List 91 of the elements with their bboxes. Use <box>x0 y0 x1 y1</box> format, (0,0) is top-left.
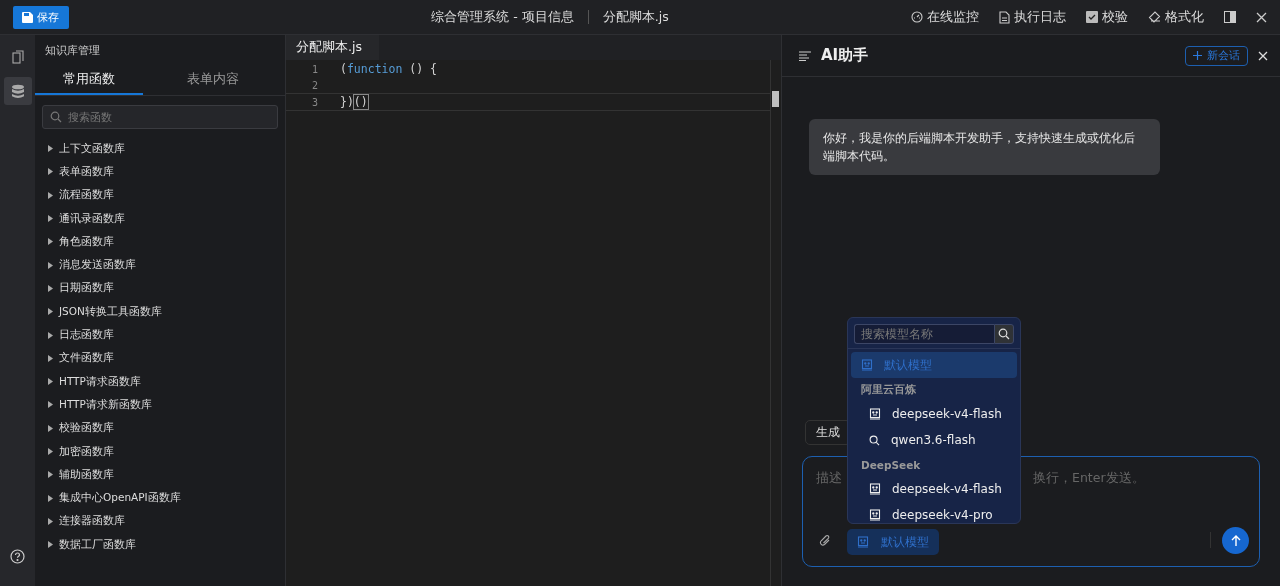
tab[interactable]: 表单内容 <box>143 65 283 95</box>
expand-arrow-icon[interactable] <box>48 541 53 549</box>
robot-icon <box>869 509 881 521</box>
document-icon <box>999 10 1010 24</box>
tab[interactable]: 常用函数 <box>35 65 143 95</box>
robot-icon <box>869 408 881 420</box>
new-chat-button[interactable]: 新会话 <box>1185 45 1248 66</box>
save-button[interactable]: 保存 <box>13 5 69 29</box>
editor-tab[interactable]: 分配脚本.js <box>286 35 379 60</box>
robot-icon <box>869 483 881 495</box>
model-option[interactable]: deepseek-v4-flash <box>851 476 1017 502</box>
search-icon <box>869 434 880 446</box>
file-name: 分配脚本.js <box>602 8 669 26</box>
tree-item[interactable]: HTTP请求新函数库 <box>59 397 152 412</box>
expand-arrow-icon[interactable] <box>48 238 53 246</box>
group-label: DeepSeek <box>860 457 922 473</box>
rail-button[interactable] <box>3 77 32 105</box>
expand-arrow-icon[interactable] <box>48 331 53 339</box>
robot-icon <box>857 536 869 548</box>
tree-item[interactable]: 上下文函数库 <box>59 141 125 156</box>
toolbar-button[interactable]: 格式化 <box>1148 8 1204 26</box>
expand-arrow-icon[interactable] <box>48 308 53 316</box>
send-button[interactable] <box>1222 527 1249 554</box>
chat-message: 你好，我是你的后端脚本开发助手，支持快速生成或优化后端脚本代码。 <box>809 119 1160 175</box>
group-label: 阿里云百炼 <box>860 381 917 397</box>
tree-item[interactable]: 通讯录函数库 <box>59 211 125 226</box>
arrow-up-icon <box>1230 535 1241 546</box>
expand-arrow-icon[interactable] <box>48 261 53 269</box>
tree-item[interactable]: 流程函数库 <box>59 188 114 203</box>
panel-title: 知识库管理 <box>44 43 101 58</box>
tree-item[interactable]: 加密函数库 <box>59 444 114 459</box>
expand-arrow-icon[interactable] <box>48 145 53 153</box>
plus-icon <box>1193 51 1202 60</box>
line-number: 1 <box>310 63 319 75</box>
line-number: 2 <box>310 79 319 91</box>
gauge-icon <box>911 11 923 23</box>
checkbox-icon <box>1086 11 1098 23</box>
input-placeholder: 换行，Enter发送。 <box>1033 470 1145 487</box>
tree-item[interactable]: 数据工厂函数库 <box>59 537 136 552</box>
tree-item[interactable]: 消息发送函数库 <box>59 258 136 273</box>
toolbar-button[interactable]: 在线监控 <box>911 8 979 26</box>
paperclip-icon[interactable] <box>819 534 831 547</box>
tree-item[interactable]: 文件函数库 <box>59 351 114 366</box>
code-line: (function () { <box>340 62 437 76</box>
model-option[interactable]: qwen3.6-flash <box>851 427 1017 453</box>
close-icon[interactable] <box>1256 11 1267 23</box>
search-button[interactable] <box>994 324 1014 344</box>
expand-arrow-icon[interactable] <box>48 168 53 176</box>
tree-item[interactable]: 日期函数库 <box>59 281 114 296</box>
help-icon[interactable] <box>10 549 25 564</box>
menu-icon[interactable] <box>799 50 811 61</box>
tree-item[interactable]: 校验函数库 <box>59 421 114 436</box>
scrollbar-thumb[interactable] <box>772 91 779 107</box>
expand-arrow-icon[interactable] <box>48 378 53 386</box>
tree-item[interactable]: 日志函数库 <box>59 328 114 342</box>
expand-arrow-icon[interactable] <box>48 401 53 409</box>
expand-arrow-icon[interactable] <box>48 284 53 292</box>
expand-arrow-icon[interactable] <box>48 354 53 362</box>
model-search-field[interactable]: 搜索模型名称 <box>854 324 994 344</box>
database-icon <box>10 83 25 99</box>
expand-arrow-icon[interactable] <box>48 215 53 223</box>
expand-arrow-icon[interactable] <box>48 191 53 199</box>
panel-toggle-icon[interactable] <box>1224 11 1236 23</box>
window-title: 综合管理系统 - 项目信息 <box>431 8 574 26</box>
search-icon <box>998 328 1010 340</box>
expand-arrow-icon[interactable] <box>48 471 53 479</box>
tree-item[interactable]: 角色函数库 <box>59 234 114 249</box>
toolbar-button[interactable]: 校验 <box>1086 8 1128 26</box>
expand-arrow-icon[interactable] <box>48 448 53 455</box>
tree-item[interactable]: JSON转换工具函数库 <box>59 304 162 319</box>
close-icon[interactable] <box>1258 50 1268 61</box>
copy-icon <box>11 50 24 64</box>
tree-item[interactable]: HTTP请求函数库 <box>59 374 141 389</box>
robot-icon <box>861 359 873 371</box>
toolbar-button[interactable]: 执行日志 <box>999 8 1066 26</box>
search-field[interactable]: 搜索函数 <box>42 105 278 129</box>
eraser-icon <box>1148 11 1161 23</box>
tree-item[interactable]: 集成中心OpenAPI函数库 <box>59 491 181 506</box>
floppy-icon <box>22 11 33 23</box>
tree-item[interactable]: 表单函数库 <box>59 164 114 179</box>
line-number: 3 <box>310 96 319 108</box>
tree-item[interactable]: 辅助函数库 <box>59 467 114 482</box>
input-placeholder: 描述 <box>816 470 842 487</box>
expand-arrow-icon[interactable] <box>48 517 53 525</box>
model-option[interactable]: deepseek-v4-pro <box>851 502 1017 523</box>
panel-title: AI助手 <box>821 46 870 65</box>
code-line: })() <box>340 95 368 109</box>
expand-arrow-icon[interactable] <box>48 494 53 502</box>
expand-arrow-icon[interactable] <box>48 424 53 432</box>
model-option[interactable]: deepseek-v4-flash <box>851 401 1017 427</box>
tree-item[interactable]: 连接器函数库 <box>59 514 125 529</box>
